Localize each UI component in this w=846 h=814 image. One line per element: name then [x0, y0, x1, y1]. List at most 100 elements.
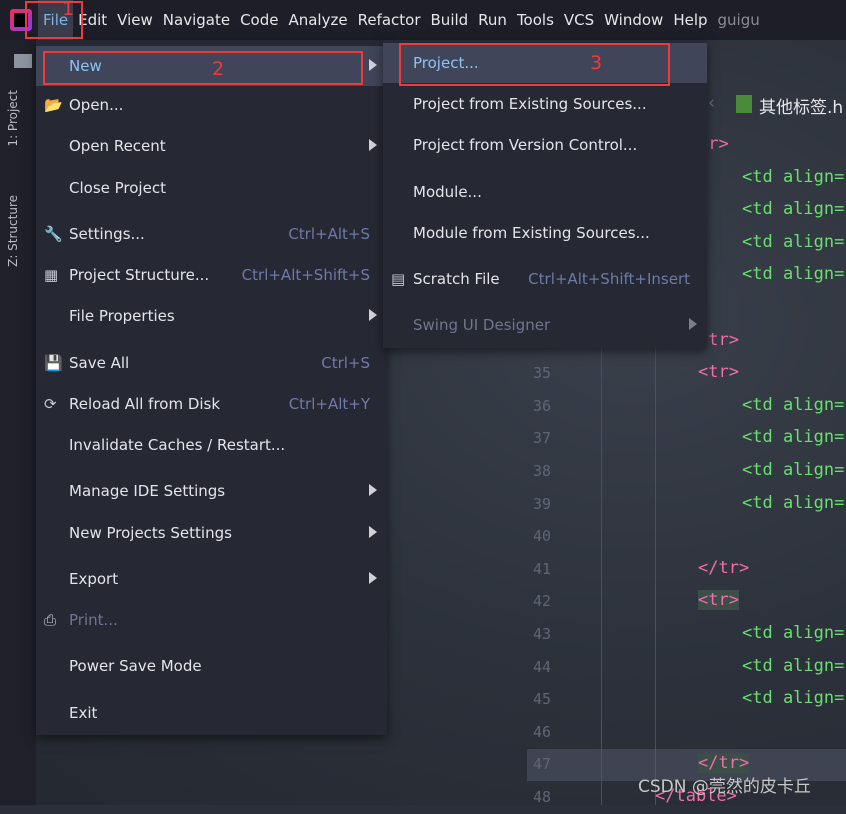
menu-item-close-project[interactable]: Close Project — [36, 168, 387, 208]
menu-item-manage-ide-settings[interactable]: Manage IDE Settings — [36, 471, 387, 511]
menu-item-open-recent[interactable]: Open Recent — [36, 126, 387, 166]
menu-analyze[interactable]: Analyze — [283, 0, 352, 40]
menu-item-open[interactable]: 📂 Open... — [36, 85, 387, 125]
wrench-icon: 🔧 — [44, 225, 63, 243]
menu-item-project-from-version-control[interactable]: Project from Version Control... — [383, 125, 707, 165]
menu-item-label: New Projects Settings — [69, 524, 232, 542]
project-tool-tab[interactable]: 1: Project — [6, 90, 20, 147]
menu-item-label: Project Structure... — [69, 266, 210, 284]
code-text: <tr> — [698, 362, 739, 383]
annotation-box-1 — [25, 1, 83, 39]
menu-item-export[interactable]: Export — [36, 559, 387, 599]
menu-help[interactable]: Help — [668, 0, 712, 40]
code-text: <td align= — [742, 623, 845, 643]
menu-tools[interactable]: Tools — [512, 0, 559, 40]
line-number: 45 — [533, 690, 552, 709]
code-line: 35 <tr> — [527, 358, 846, 390]
code-text: <td align= — [742, 688, 845, 709]
submenu-arrow-icon — [369, 526, 377, 538]
menu-item-label: Manage IDE Settings — [69, 482, 226, 500]
menu-item-module-from-existing-sources[interactable]: Module from Existing Sources... — [383, 213, 707, 253]
annotation-3: 3 — [590, 52, 603, 74]
menu-item-file-properties[interactable]: File Properties — [36, 296, 387, 336]
menu-item-label: Module from Existing Sources... — [413, 224, 650, 242]
line-number: 38 — [533, 462, 552, 480]
menu-item-label: Open Recent — [69, 137, 166, 155]
code-line: 40 — [527, 521, 846, 553]
menu-item-invalidate-caches-restart[interactable]: Invalidate Caches / Restart... — [36, 425, 387, 465]
watermark: CSDN @莞然的皮卡丘 — [638, 777, 811, 797]
print-icon: ⎙ — [44, 611, 57, 629]
code-line: 43 <td align= — [527, 619, 846, 651]
line-number: 41 — [533, 559, 552, 578]
menu-bar: File Edit View Navigate Code Analyze Ref… — [0, 0, 846, 40]
submenu-arrow-icon — [689, 318, 697, 330]
menu-item-new-projects-settings[interactable]: New Projects Settings — [36, 513, 387, 553]
tool-window-strip: 1: Project Z: Structure — [0, 40, 36, 805]
code-text: <td align= — [742, 394, 845, 415]
code-line: 37 <td align= — [527, 423, 846, 455]
file-menu: New 📂 Open... Open Recent Close Project 🔧 Sett… — [36, 40, 387, 735]
menu-navigate[interactable]: Navigate — [158, 0, 235, 40]
menu-item-save-all[interactable]: 💾 Save All Ctrl+S — [36, 343, 387, 383]
menu-item-label: Reload All from Disk — [69, 395, 221, 413]
line-number: 36 — [533, 396, 552, 415]
menu-item-label: Open... — [69, 96, 124, 114]
menu-item-power-save-mode[interactable]: Power Save Mode — [36, 646, 387, 686]
line-number: 44 — [533, 657, 552, 676]
submenu-arrow-icon — [369, 484, 377, 496]
menu-item-label: Export — [69, 570, 119, 588]
menu-item-project-structure[interactable]: ▦ Project Structure... Ctrl+Alt+Shift+S — [36, 255, 387, 295]
code-text: <td align= — [742, 460, 845, 480]
editor-tab-bar: ‹ 其他标签.h — [700, 85, 846, 125]
menu-item-label: Scratch File — [413, 270, 500, 288]
line-number: 35 — [533, 364, 552, 383]
code-text: <td align= — [742, 655, 845, 676]
code-text: <td align= — [742, 231, 845, 252]
menu-build[interactable]: Build — [426, 0, 474, 40]
editor-tab-label[interactable]: 其他标签.h — [759, 93, 843, 118]
line-number: 39 — [533, 494, 552, 513]
menu-window[interactable]: Window — [599, 0, 668, 40]
submenu-arrow-icon — [369, 59, 377, 71]
new-submenu: Project... Project from Existing Sources.… — [383, 40, 707, 348]
menu-item-reload-all-from-disk[interactable]: ⟳ Reload All from Disk Ctrl+Alt+Y — [36, 384, 387, 424]
menu-refactor[interactable]: Refactor — [353, 0, 426, 40]
menu-code[interactable]: Code — [235, 0, 283, 40]
shortcut-label: Ctrl+Alt+S — [288, 225, 370, 243]
project-structure-icon: ▦ — [44, 266, 59, 284]
menu-item-module[interactable]: Module... — [383, 172, 707, 212]
scroll-left-icon[interactable]: ‹ — [708, 93, 715, 113]
shortcut-label: Ctrl+Alt+Y — [288, 395, 370, 413]
save-icon: 💾 — [44, 354, 63, 372]
code-line: 46 — [527, 717, 846, 749]
menu-item-exit[interactable]: Exit — [36, 693, 387, 733]
menu-vcs[interactable]: VCS — [559, 0, 599, 40]
structure-tool-tab[interactable]: Z: Structure — [6, 195, 20, 267]
menu-view[interactable]: View — [112, 0, 158, 40]
menu-item-label: Swing UI Designer — [413, 316, 551, 334]
shortcut-label: Ctrl+Alt+Shift+S — [241, 266, 370, 284]
code-line: 44 <td align= — [527, 652, 846, 684]
menu-item-project-from-existing-sources[interactable]: Project from Existing Sources... — [383, 84, 707, 124]
project-folder-icon[interactable] — [14, 54, 32, 68]
menu-item-settings[interactable]: 🔧 Settings... Ctrl+Alt+S — [36, 214, 387, 254]
annotation-1: 1 — [62, 0, 75, 20]
line-number: 37 — [533, 429, 552, 448]
code-text: <td align= — [742, 264, 845, 285]
submenu-arrow-icon — [369, 139, 377, 151]
code-line: 42 <tr> — [527, 586, 846, 618]
menu-item-label: Project from Existing Sources... — [413, 95, 647, 113]
menu-item-print[interactable]: ⎙ Print... — [36, 600, 387, 640]
menu-item-label: Settings... — [69, 225, 145, 243]
menu-item-label: Module... — [413, 183, 482, 201]
shortcut-label: Ctrl+Alt+Shift+Insert — [528, 270, 690, 288]
code-line: 38 <td align= — [527, 456, 846, 488]
menu-item-swing-ui-designer[interactable]: Swing UI Designer — [383, 305, 707, 345]
menu-item-label: File Properties — [69, 307, 175, 325]
code-text: <tr> — [698, 590, 739, 611]
code-text: <td align= — [742, 166, 845, 187]
menu-item-scratch-file[interactable]: ▤ Scratch File Ctrl+Alt+Shift+Insert — [383, 259, 707, 299]
line-number: 40 — [533, 527, 552, 546]
menu-run[interactable]: Run — [473, 0, 512, 40]
